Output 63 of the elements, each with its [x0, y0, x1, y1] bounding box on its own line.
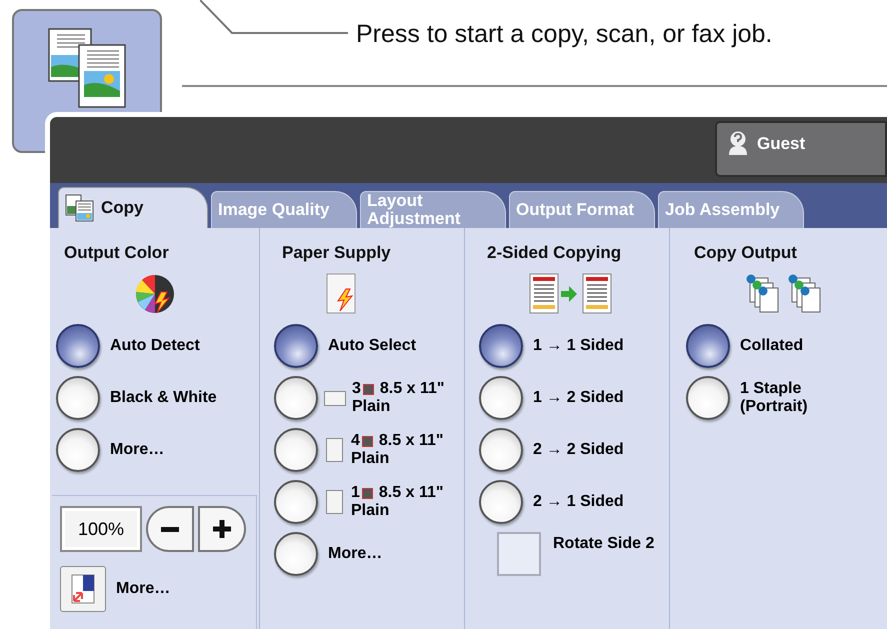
tray-number: 4 [351, 432, 360, 450]
option-label: Black & White [110, 389, 217, 407]
option-label: More… [110, 441, 164, 459]
question-person-icon [727, 131, 749, 155]
option-label: 2 → 1 Sided [533, 493, 624, 511]
paper-lightning-icon [326, 273, 358, 315]
increase-button[interactable] [198, 506, 246, 552]
radio-button[interactable] [56, 376, 100, 420]
color-wheel-icon [134, 274, 174, 314]
group-title: 2-Sided Copying [487, 243, 622, 262]
minus-icon [161, 526, 179, 532]
radio-button[interactable] [56, 324, 100, 368]
tab[interactable]: Layout Adjustment [360, 191, 506, 228]
duplex-pages-icon [529, 273, 613, 315]
option-label: Auto Select [328, 337, 416, 355]
tab[interactable]: Copy [58, 187, 208, 228]
radio-button[interactable] [274, 532, 318, 576]
radio-button[interactable] [479, 480, 523, 524]
paper-size: 8.5 x 11" [378, 432, 444, 450]
option-label: More… [328, 545, 382, 563]
tab[interactable]: Job Assembly [658, 191, 804, 228]
option-label: 2 → 2 Sided [533, 441, 624, 459]
tab[interactable]: Output Format [509, 191, 655, 228]
radio-button[interactable] [686, 324, 730, 368]
group-title: Paper Supply [282, 243, 391, 262]
paper-size: 8.5 x 11" [378, 484, 444, 502]
more-label: More… [116, 579, 170, 599]
plus-icon [213, 520, 231, 538]
paper-type: Plain [351, 502, 390, 520]
user-button[interactable]: Guest [715, 121, 887, 177]
checkbox[interactable] [497, 532, 541, 576]
tab[interactable]: Image Quality [211, 191, 357, 228]
radio-button[interactable] [274, 480, 318, 524]
group-title: Output Color [64, 243, 169, 262]
documents-icon [65, 194, 95, 222]
option-label: Collated [740, 337, 804, 355]
group-title: Copy Output [694, 243, 797, 262]
radio-button[interactable] [686, 376, 730, 420]
radio-button[interactable] [56, 428, 100, 472]
reduce-enlarge-button[interactable] [60, 566, 106, 612]
option-label: 1 Staple (Portrait) [740, 380, 809, 416]
option-label: 1 → 2 Sided [533, 389, 624, 407]
radio-button[interactable] [479, 376, 523, 420]
option-label: 1 → 1 Sided [533, 337, 624, 355]
tray-icon [362, 436, 373, 446]
radio-button[interactable] [274, 376, 318, 420]
callout-text: Press to start a copy, scan, or fax job. [356, 19, 772, 50]
radio-button[interactable] [274, 428, 318, 472]
radio-button[interactable] [274, 324, 318, 368]
tray-number: 1 [351, 484, 360, 502]
collated-sets-icon [746, 274, 822, 314]
paper-type: Plain [351, 450, 390, 468]
tray-icon [362, 488, 373, 498]
percent-field[interactable]: 100% [60, 506, 142, 552]
option-label: Auto Detect [110, 337, 200, 355]
decrease-button[interactable] [146, 506, 194, 552]
tray-icon [362, 384, 374, 394]
radio-button[interactable] [479, 324, 523, 368]
tray-number: 3 [352, 380, 361, 398]
option-label: Rotate Side 2 [553, 534, 654, 554]
paper-size: 8.5 x 11" [380, 380, 444, 398]
paper-type: Plain [352, 398, 392, 416]
radio-button[interactable] [479, 428, 523, 472]
